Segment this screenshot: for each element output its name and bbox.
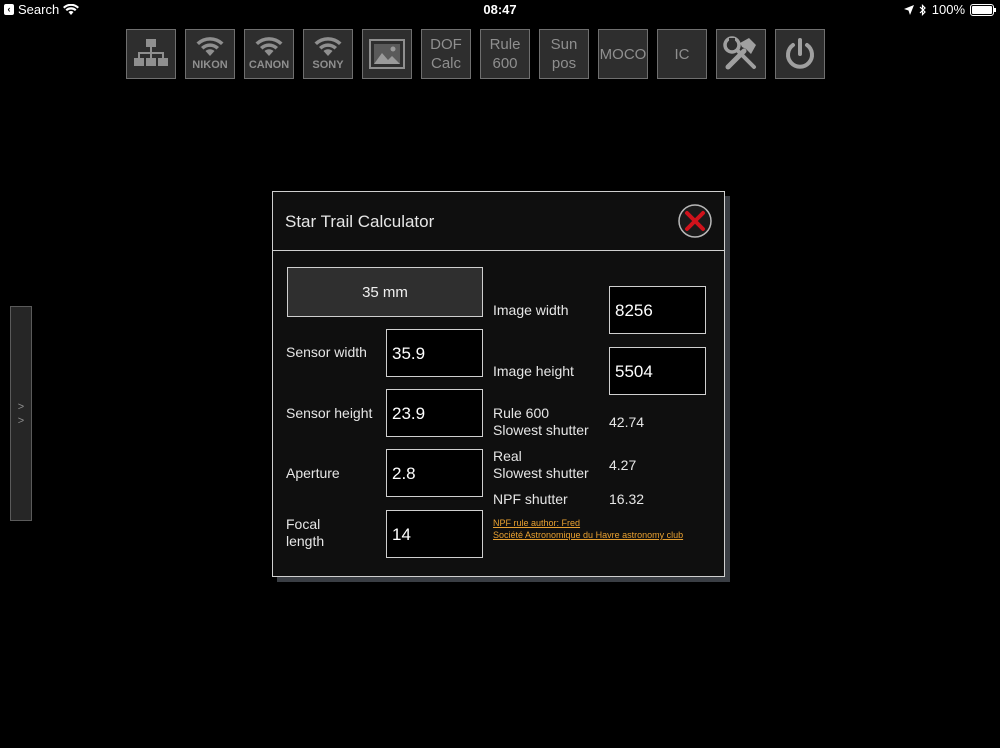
dialog-title: Star Trail Calculator (285, 212, 435, 231)
aperture-field[interactable]: 2.8 (386, 449, 483, 497)
power-button[interactable] (775, 29, 825, 79)
rule600-result-label: Rule 600 Slowest shutter (493, 405, 589, 439)
dof-label-line2: Calc (430, 55, 461, 72)
aperture-label: Aperture (286, 465, 340, 481)
npf-result-label: NPF shutter (493, 491, 568, 507)
top-toolbar: NIKON CANON SONY DOF Calc Rule 600 Sun p… (126, 29, 825, 79)
status-right: 100% (903, 2, 996, 17)
wifi-icon (314, 37, 342, 56)
rule600-label-line1: Rule (489, 36, 521, 53)
dof-calc-button[interactable]: DOF Calc (421, 29, 471, 79)
sensor-width-label: Sensor width (286, 344, 367, 360)
status-time: 08:47 (483, 2, 517, 17)
canon-button[interactable]: CANON (244, 29, 294, 79)
close-icon (678, 204, 712, 238)
rule600-label-line1: Rule 600 (493, 405, 550, 421)
sony-label: SONY (312, 59, 344, 71)
real-result-label: Real Slowest shutter (493, 448, 589, 482)
preset-35mm-button[interactable]: 35 mm (287, 267, 483, 317)
network-button[interactable] (126, 29, 176, 79)
image-icon (369, 39, 405, 69)
chevron-right-icon: > (17, 414, 25, 427)
sensor-width-field[interactable]: 35.9 (386, 329, 483, 377)
close-button[interactable] (678, 204, 712, 238)
sony-button[interactable]: SONY (303, 29, 353, 79)
gallery-button[interactable] (362, 29, 412, 79)
rule600-label-line2: 600 (492, 55, 518, 72)
focal-length-field[interactable]: 14 (386, 510, 483, 558)
sensor-height-field[interactable]: 23.9 (386, 389, 483, 437)
battery-percent: 100% (931, 2, 965, 17)
sensor-height-label: Sensor height (286, 405, 373, 421)
nikon-button[interactable]: NIKON (185, 29, 235, 79)
ic-button[interactable]: IC (657, 29, 707, 79)
npf-credit-line1: NPF rule author: Fred (493, 518, 581, 528)
wifi-icon (196, 37, 224, 56)
moco-button[interactable]: MOCO (598, 29, 648, 79)
nikon-label: NIKON (192, 59, 228, 71)
bluetooth-icon (919, 3, 926, 16)
ic-label: IC (674, 45, 690, 63)
sunpos-label-line2: pos (551, 55, 577, 72)
image-height-field[interactable]: 5504 (609, 347, 706, 395)
moco-label: MOCO (599, 45, 647, 63)
image-height-label: Image height (493, 363, 574, 379)
wifi-icon (255, 37, 283, 56)
npf-credit-link[interactable]: NPF rule author: Fred Société Astronomiq… (493, 517, 683, 541)
focal-length-label-line1: Focal (286, 516, 321, 532)
focal-length-label: Focal length (286, 516, 324, 550)
dialog-header: Star Trail Calculator (273, 192, 724, 251)
sunpos-label-line1: Sun (550, 36, 578, 53)
power-icon (786, 38, 814, 69)
npf-result-value: 16.32 (609, 491, 645, 507)
star-trail-dialog: Star Trail Calculator 35 mm Sensor width… (272, 191, 725, 577)
real-result-value: 4.27 (609, 457, 637, 473)
rule600-label-line2: Slowest shutter (493, 422, 589, 438)
location-icon (903, 4, 914, 15)
dof-label-line1: DOF (430, 36, 462, 53)
sun-pos-button[interactable]: Sun pos (539, 29, 589, 79)
npf-credit-line2: Société Astronomique du Havre astronomy … (493, 530, 684, 540)
real-label-line1: Real (493, 448, 522, 464)
image-width-field[interactable]: 8256 (609, 286, 706, 334)
image-width-label: Image width (493, 302, 569, 318)
canon-label: CANON (248, 59, 290, 71)
chevron-right-icon: > (17, 400, 25, 413)
tools-icon (723, 36, 756, 70)
tools-button[interactable] (716, 29, 766, 79)
side-drawer-handle[interactable]: > > (10, 306, 32, 521)
battery-icon (970, 3, 996, 16)
real-label-line2: Slowest shutter (493, 465, 589, 481)
rule600-result-value: 42.74 (609, 414, 645, 430)
rule-600-button[interactable]: Rule 600 (480, 29, 530, 79)
focal-length-label-line2: length (286, 533, 325, 549)
network-tree-icon (134, 39, 168, 66)
status-bar: ‹ Search 08:47 100% (0, 0, 1000, 20)
